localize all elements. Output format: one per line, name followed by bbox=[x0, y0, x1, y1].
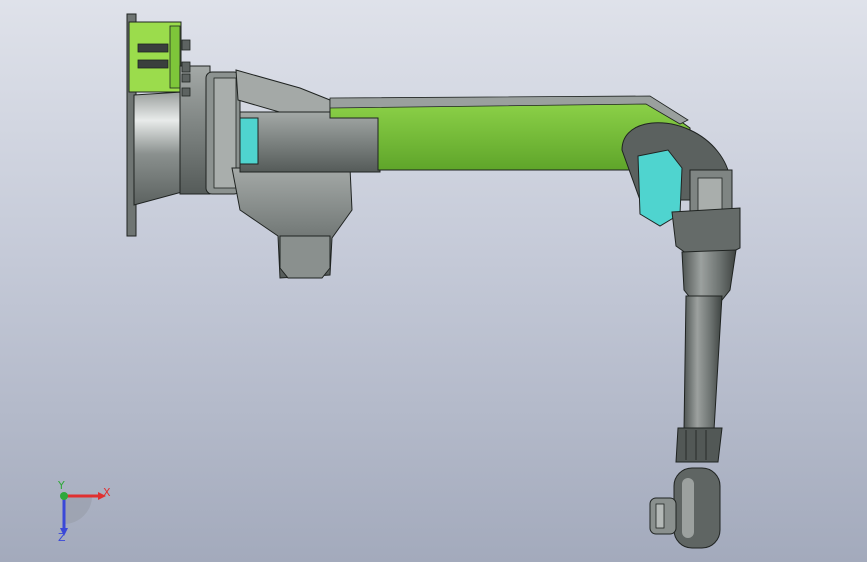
elbow-knuckle bbox=[671, 207, 741, 257]
axis-triad: X Y Z bbox=[42, 478, 122, 548]
shoulder-motor-cyan bbox=[239, 117, 259, 165]
forearm-tube bbox=[683, 295, 723, 431]
wrist-tool-face bbox=[655, 503, 665, 529]
x-axis-label: X bbox=[103, 486, 111, 499]
y-axis-label: Y bbox=[58, 479, 65, 492]
forearm-ribs bbox=[675, 427, 723, 463]
wrist-body bbox=[673, 467, 721, 549]
forearm-upper bbox=[681, 249, 737, 301]
wrist-highlight bbox=[682, 478, 694, 538]
robot-arm-model[interactable] bbox=[0, 0, 867, 562]
cad-viewport[interactable]: X Y Z bbox=[0, 0, 867, 562]
base-cone bbox=[133, 91, 183, 206]
shoulder-motor-box bbox=[239, 111, 381, 173]
y-axis-dot bbox=[60, 492, 68, 500]
green-bracket bbox=[128, 21, 182, 93]
shoulder-foot bbox=[279, 235, 331, 279]
z-axis-label: Z bbox=[58, 531, 66, 544]
